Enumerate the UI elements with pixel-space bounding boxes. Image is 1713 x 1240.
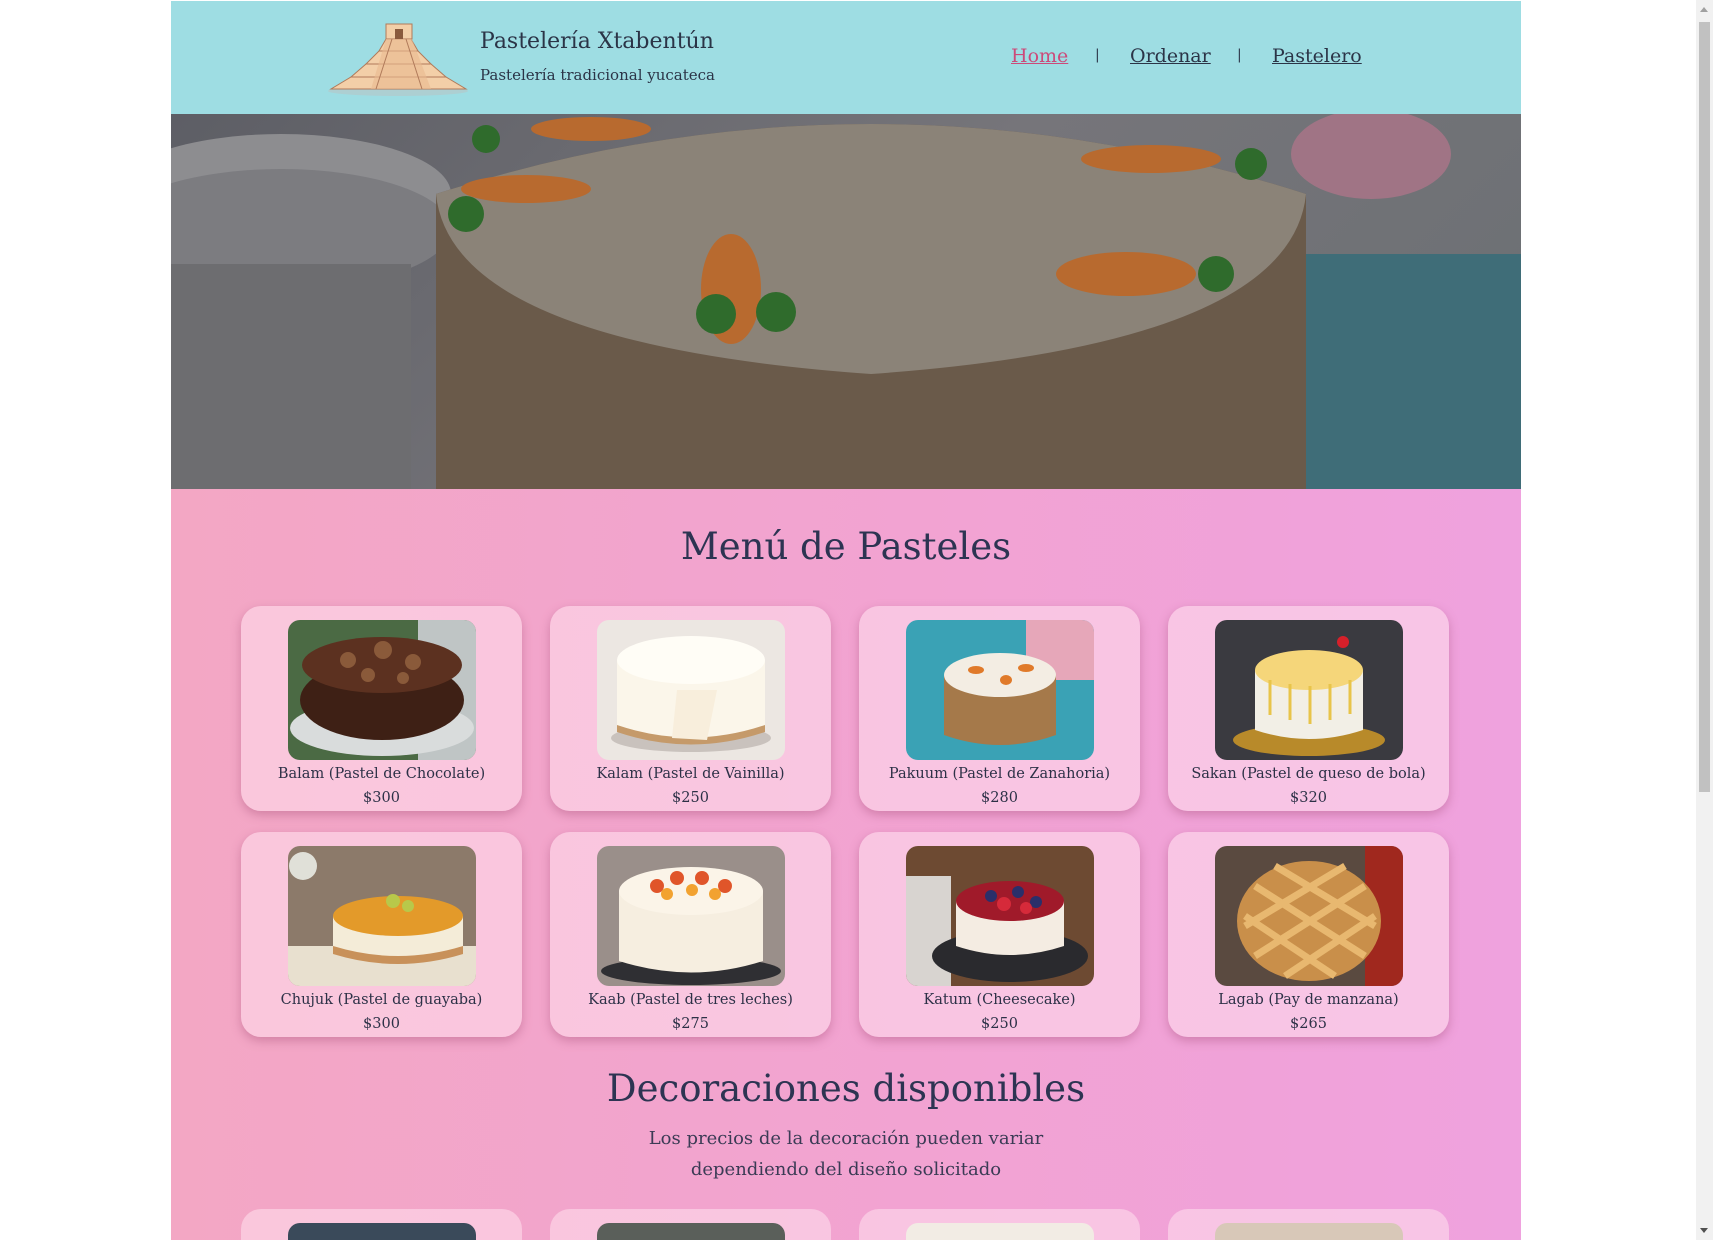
decoration-card[interactable]	[859, 1209, 1140, 1240]
cake-name: Sakan (Pastel de queso de bola)	[1191, 766, 1426, 782]
cake-price: $280	[981, 790, 1018, 806]
cake-name: Kaab (Pastel de tres leches)	[588, 992, 793, 1008]
nav-ordenar-link[interactable]: Ordenar	[1130, 45, 1211, 67]
decoration-card[interactable]	[241, 1209, 522, 1240]
cake-card-balam[interactable]: Balam (Pastel de Chocolate) $300	[241, 606, 522, 811]
decoration-card[interactable]	[550, 1209, 831, 1240]
cake-price: $320	[1290, 790, 1327, 806]
site-header: Pastelería Xtabentún Pastelería tradicio…	[171, 1, 1521, 114]
scrollbar-thumb[interactable]	[1699, 22, 1710, 792]
nav-separator: |	[1237, 47, 1242, 63]
menu-section: Menú de Pasteles Balam (Pastel de Chocol…	[171, 489, 1521, 1240]
nav-pastelero-link[interactable]: Pastelero	[1272, 45, 1362, 67]
decoration-card[interactable]	[1168, 1209, 1449, 1240]
pyramid-logo-icon	[328, 23, 468, 96]
decoration-image	[288, 1223, 476, 1240]
nav-home-link[interactable]: Home	[1011, 45, 1068, 67]
decorations-title: Decoraciones disponibles	[606, 1067, 1086, 1110]
tres-leches-cake-image	[597, 846, 785, 986]
page: Pastelería Xtabentún Pastelería tradicio…	[171, 1, 1521, 1240]
nav-separator: |	[1095, 47, 1100, 63]
cake-card-katum[interactable]: Katum (Cheesecake) $250	[859, 832, 1140, 1037]
site-subtitle: Pastelería tradicional yucateca	[480, 66, 715, 84]
guava-cake-image	[288, 846, 476, 986]
cake-name: Chujuk (Pastel de guayaba)	[280, 992, 483, 1008]
cake-name: Katum (Cheesecake)	[923, 992, 1076, 1008]
vanilla-cake-image	[597, 620, 785, 760]
decoration-image	[906, 1223, 1094, 1240]
cake-name: Balam (Pastel de Chocolate)	[277, 766, 486, 782]
site-title: Pastelería Xtabentún	[480, 29, 714, 54]
queso-de-bola-cake-image	[1215, 620, 1403, 760]
cake-price: $265	[1290, 1016, 1327, 1032]
apple-pie-image	[1215, 846, 1403, 986]
cake-card-sakan[interactable]: Sakan (Pastel de queso de bola) $320	[1168, 606, 1449, 811]
cake-price: $300	[363, 790, 400, 806]
decoration-image	[1215, 1223, 1403, 1240]
cake-name: Kalam (Pastel de Vainilla)	[596, 766, 785, 782]
cake-card-pakuum[interactable]: Pakuum (Pastel de Zanahoria) $280	[859, 606, 1140, 811]
hero-banner-image	[171, 109, 1521, 489]
carrot-cake-thumb-image	[906, 620, 1094, 760]
cake-card-chujuk[interactable]: Chujuk (Pastel de guayaba) $300	[241, 832, 522, 1037]
cake-price: $275	[672, 1016, 709, 1032]
cake-name: Pakuum (Pastel de Zanahoria)	[888, 766, 1111, 782]
decorations-desc-line2: dependiendo del diseño solicitado	[690, 1159, 1002, 1180]
scroll-down-arrow-icon[interactable]	[1700, 1228, 1708, 1233]
cake-price: $250	[981, 1016, 1018, 1032]
cake-price: $300	[363, 1016, 400, 1032]
carrot-cake-image	[171, 109, 1521, 489]
cheesecake-image	[906, 846, 1094, 986]
scroll-up-arrow-icon[interactable]	[1700, 7, 1708, 12]
decorations-desc-line1: Los precios de la decoración pueden vari…	[648, 1128, 1044, 1149]
cake-price: $250	[672, 790, 709, 806]
vertical-scrollbar[interactable]	[1696, 0, 1713, 1240]
cake-card-lagab[interactable]: Lagab (Pay de manzana) $265	[1168, 832, 1449, 1037]
chocolate-cake-image	[288, 620, 476, 760]
cake-card-kaab[interactable]: Kaab (Pastel de tres leches) $275	[550, 832, 831, 1037]
menu-title: Menú de Pasteles	[680, 525, 1012, 568]
cake-name: Lagab (Pay de manzana)	[1218, 992, 1399, 1008]
cake-card-kalam[interactable]: Kalam (Pastel de Vainilla) $250	[550, 606, 831, 811]
decoration-image	[597, 1223, 785, 1240]
